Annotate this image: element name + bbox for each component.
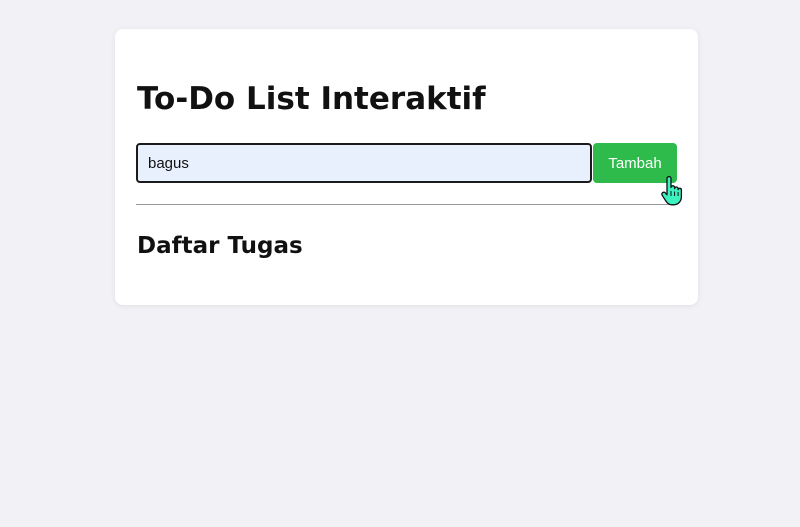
todo-card: To-Do List Interaktif Tambah Daftar Tuga… — [115, 29, 698, 305]
add-task-button[interactable]: Tambah — [593, 143, 677, 183]
divider — [136, 204, 677, 205]
task-input[interactable] — [136, 143, 592, 183]
task-list-heading: Daftar Tugas — [137, 233, 303, 259]
add-task-form: Tambah — [136, 143, 677, 183]
page-title: To-Do List Interaktif — [137, 81, 486, 117]
